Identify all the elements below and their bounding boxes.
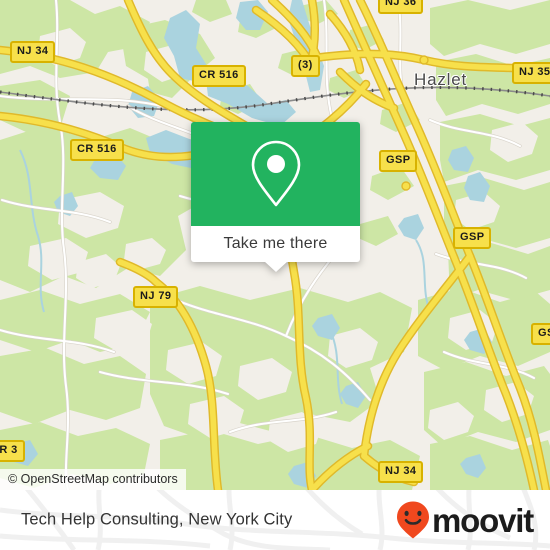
road-shield-gsp-south: GSP: [531, 323, 550, 345]
footer-bar: Tech Help Consulting, New York City moov…: [0, 490, 550, 550]
map-pin-icon: [251, 140, 300, 207]
road-shield-cr516-north: CR 516: [192, 65, 246, 87]
moovit-smiley-pin-icon: [397, 501, 430, 539]
road-shield-cr3: CR 3: [0, 440, 25, 462]
take-me-there-label: Take me there: [223, 235, 328, 252]
popup-action-bar[interactable]: Take me there: [191, 226, 360, 262]
road-shield-gsp-north: GSP: [379, 150, 418, 172]
road-shield-nj34-south: NJ 34: [378, 461, 424, 483]
road-shield-route3: (3): [291, 55, 320, 77]
moovit-map-screenshot: NJ 34 CR 516 (3) NJ 36 NJ 35 CR 516 GSP …: [0, 0, 550, 550]
road-shield-nj36: NJ 36: [378, 0, 424, 14]
moovit-wordmark: moovit: [432, 501, 534, 539]
road-shield-cr516-west: CR 516: [70, 139, 124, 161]
road-shield-nj35: NJ 35: [512, 62, 550, 84]
map-canvas[interactable]: NJ 34 CR 516 (3) NJ 36 NJ 35 CR 516 GSP …: [0, 0, 550, 490]
place-label-hazlet: Hazlet: [414, 70, 467, 89]
popup-header: [191, 122, 360, 226]
road-shield-gsp-mid: GSP: [453, 227, 492, 249]
road-shield-nj79: NJ 79: [133, 286, 179, 308]
popup-pointer: [263, 261, 288, 272]
moovit-logo[interactable]: moovit: [395, 500, 534, 540]
road-shield-nj34-nw: NJ 34: [10, 41, 56, 63]
location-popup-card[interactable]: Take me there: [191, 122, 360, 272]
osm-attribution[interactable]: © OpenStreetMap contributors: [0, 469, 186, 490]
page-title: Tech Help Consulting, New York City: [21, 510, 293, 529]
